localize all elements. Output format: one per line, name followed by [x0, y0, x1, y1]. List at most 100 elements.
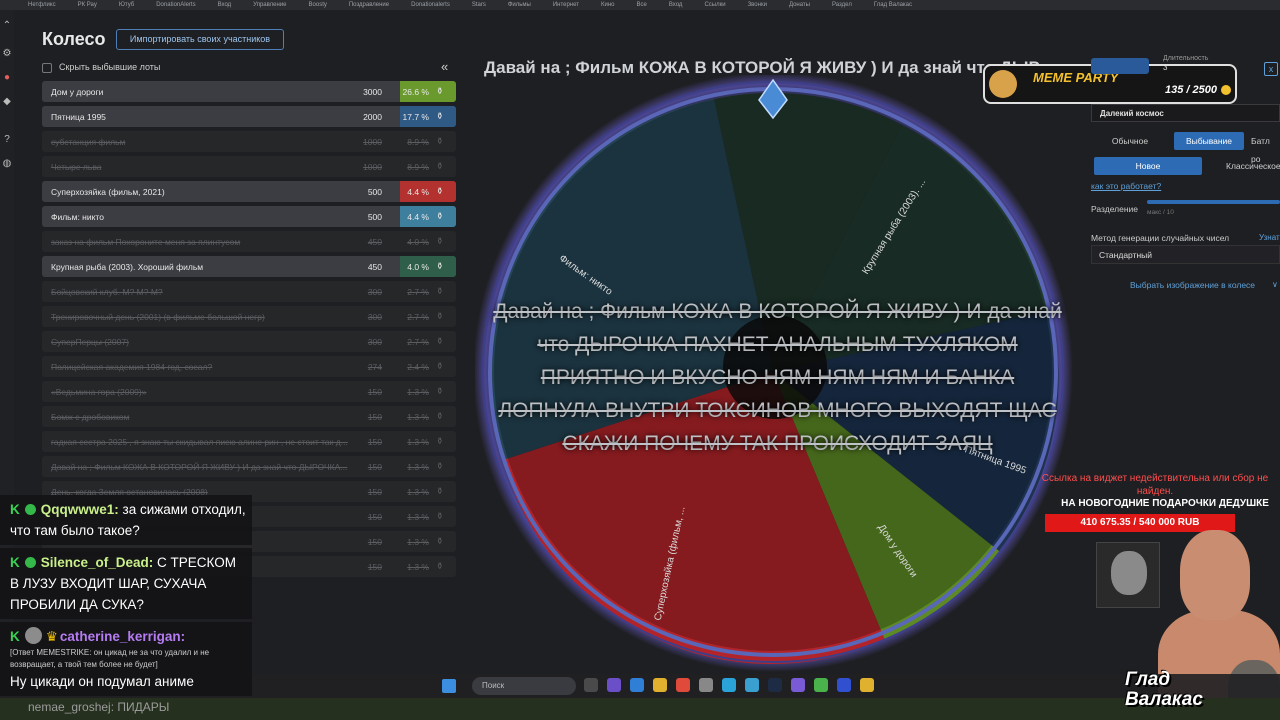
theme-select[interactable]: Далекий космос [1091, 104, 1280, 122]
chevron-down-icon[interactable]: ∨ [1272, 280, 1278, 289]
steam-icon[interactable] [768, 678, 782, 692]
lot-row[interactable]: Суперхозяйка (фильм, 2021) 500 4.4 % ⚱ [42, 181, 456, 202]
lot-row[interactable]: Давай на ; Фильм КОЖА В КОТОРОЙ Я ЖИВУ )… [42, 456, 456, 477]
trophy-icon[interactable]: ⚱ [436, 111, 444, 122]
trophy-icon[interactable]: ⚱ [436, 461, 444, 472]
bookmark-item[interactable]: Stars [472, 0, 486, 10]
app-icon[interactable] [699, 678, 713, 692]
rng-learn-link[interactable]: Узнат [1259, 233, 1280, 242]
tab-new[interactable]: Новое [1094, 157, 1202, 175]
bookmark-item[interactable]: Ссылки [704, 0, 725, 10]
help-icon[interactable]: ? [1, 134, 13, 146]
lot-row[interactable]: Пятница 1995 2000 17.7 % ⚱ [42, 106, 456, 127]
app3-icon[interactable] [814, 678, 828, 692]
taskbar-search[interactable]: Поиск [472, 677, 576, 695]
wheel-icon[interactable]: ● [1, 72, 13, 84]
bookmark-item[interactable]: Поздравление [349, 0, 389, 10]
discord-icon[interactable] [791, 678, 805, 692]
trophy-icon[interactable]: ⚱ [436, 186, 444, 197]
bookmark-item[interactable]: РК Рау [78, 0, 97, 10]
trophy-icon[interactable]: ⚱ [436, 336, 444, 347]
bookmark-item[interactable]: Donationalerts [411, 0, 450, 10]
lot-row[interactable]: субстанция фильм 1000 8.9 % ⚱ [42, 131, 456, 152]
lot-row[interactable]: гадкая сестра 2025 , я знаю ты скидывал … [42, 431, 456, 452]
lot-row[interactable]: «Ведьмина гора (2009)» 150 1.3 % ⚱ [42, 381, 456, 402]
trophy-icon[interactable]: ⚱ [436, 411, 444, 422]
trophy-icon[interactable]: ⚱ [436, 486, 444, 497]
trophy-icon[interactable]: ⚱ [436, 361, 444, 372]
trophy-icon[interactable]: ⚱ [436, 211, 444, 222]
bookmark-item[interactable]: Вход [669, 0, 683, 10]
gear-icon[interactable]: ⚙ [1, 48, 13, 60]
trophy-icon[interactable]: ⚱ [436, 161, 444, 172]
app2-icon[interactable] [745, 678, 759, 692]
lot-row[interactable]: Тренировочный день (2001) (в фильме боль… [42, 306, 456, 327]
tab-battle[interactable]: Батл ро [1247, 132, 1280, 164]
bookmark-item[interactable]: Нетфликс [28, 0, 56, 10]
checkbox[interactable] [42, 63, 52, 73]
lot-row[interactable]: Четыре льва 1000 8.9 % ⚱ [42, 156, 456, 177]
app5-icon[interactable] [860, 678, 874, 692]
rng-select[interactable]: Стандартный [1091, 245, 1280, 264]
bookmark-item[interactable]: Кино [601, 0, 615, 10]
bookmark-item[interactable]: Фильмы [508, 0, 531, 10]
bookmark-item[interactable]: Управление [253, 0, 286, 10]
trophy-icon[interactable]: ⚱ [436, 511, 444, 522]
bookmark-item[interactable]: Донаты [789, 0, 810, 10]
tab-classic[interactable]: Классическое [1207, 157, 1280, 175]
task-view-icon[interactable] [584, 678, 598, 692]
trophy-icon[interactable]: ⚱ [436, 311, 444, 322]
trophy-icon[interactable]: ⚱ [436, 436, 444, 447]
edge-icon[interactable] [630, 678, 644, 692]
layers-icon[interactable]: ◆ [1, 96, 13, 108]
files-icon[interactable] [653, 678, 667, 692]
bookmark-item[interactable]: Интернет [553, 0, 579, 10]
bookmark-item[interactable]: Вход [218, 0, 232, 10]
trophy-icon[interactable]: ⚱ [436, 236, 444, 247]
telegram-icon[interactable] [722, 678, 736, 692]
chrome-icon[interactable] [676, 678, 690, 692]
lot-row[interactable]: СуперПерцы (2007) 300 2.7 % ⚱ [42, 331, 456, 352]
windows-start-icon[interactable] [442, 679, 456, 693]
bookmark-item[interactable]: Все [637, 0, 647, 10]
chat-username[interactable]: Silence_of_Dead [41, 555, 149, 570]
collapse-panel-icon[interactable]: « [441, 59, 448, 74]
spin-button[interactable] [1091, 58, 1149, 74]
trophy-icon[interactable]: ⚱ [436, 136, 444, 147]
trophy-icon[interactable]: ⚱ [436, 536, 444, 547]
lot-row[interactable]: Бойцовский клуб. М? М? М? 300 2.7 % ⚱ [42, 281, 456, 302]
trophy-icon[interactable]: ⚱ [436, 561, 444, 572]
tab-normal[interactable]: Обычное [1091, 132, 1169, 150]
lot-row[interactable]: заказ на фильм Похороните меня за плинту… [42, 231, 456, 252]
trophy-icon[interactable]: ⚱ [436, 286, 444, 297]
bookmark-item[interactable]: Глад Валакас [874, 0, 912, 10]
choose-image-link[interactable]: Выбрать изображение в колесе [1130, 280, 1255, 290]
hide-eliminated-toggle[interactable]: Скрыть выбывшие лоты [42, 61, 456, 75]
chat-username[interactable]: Qqqwwwe1 [41, 502, 115, 517]
chat-username[interactable]: catherine_kerrigan [60, 629, 181, 644]
shield-icon[interactable]: ◍ [1, 158, 13, 170]
split-slider[interactable] [1147, 200, 1280, 204]
lot-row[interactable]: Фильм: никто 500 4.4 % ⚱ [42, 206, 456, 227]
import-participants-button[interactable]: Импортировать своих участников [116, 29, 284, 50]
lot-row[interactable]: Крупная рыба (2003). Хороший фильм 450 4.0… [42, 256, 456, 277]
bookmark-item[interactable]: DonationAlerts [156, 0, 195, 10]
lot-row[interactable]: Полицейская академия 1984 год, сосал? 274… [42, 356, 456, 377]
trophy-icon[interactable]: ⚱ [436, 261, 444, 272]
tab-elimination[interactable]: Выбывание [1174, 132, 1244, 150]
lot-amount: 150 [367, 387, 382, 397]
app4-icon[interactable] [837, 678, 851, 692]
close-icon[interactable]: x [1264, 62, 1278, 76]
trophy-icon[interactable]: ⚱ [436, 86, 444, 97]
bookmark-item[interactable]: Раздел [832, 0, 852, 10]
lot-row[interactable]: Дом у дороги 3000 26.6 % ⚱ [42, 81, 456, 102]
bookmark-item[interactable]: Звонки [748, 0, 767, 10]
bookmark-item[interactable]: Ютуб [119, 0, 134, 10]
bookmark-item[interactable]: Boosty [309, 0, 327, 10]
how-it-works-link[interactable]: как это работает? [1091, 181, 1161, 191]
duration-input[interactable]: 3 [1160, 63, 1220, 77]
trophy-icon[interactable]: ⚱ [436, 386, 444, 397]
premiere-icon[interactable] [607, 678, 621, 692]
lot-row[interactable]: Бомж с дробовиком 150 1.3 % ⚱ [42, 406, 456, 427]
pin-icon[interactable]: ⌃ [1, 20, 13, 32]
